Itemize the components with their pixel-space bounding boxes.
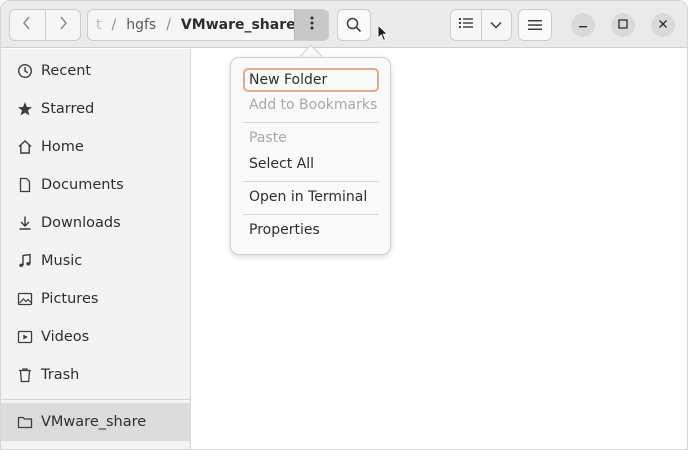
menu-separator [243, 181, 379, 182]
menu-separator [243, 214, 379, 215]
chevron-down-icon [490, 17, 503, 33]
navigation-buttons [9, 9, 81, 41]
sidebar-item-label: Pictures [41, 291, 99, 307]
document-icon [17, 177, 33, 193]
star-icon [17, 101, 33, 117]
view-toggle-group [450, 9, 512, 41]
mouse-pointer-icon [377, 23, 389, 46]
menu-item-add-to-bookmarks[interactable]: Add to Bookmarks [243, 93, 379, 117]
path-segment-current[interactable]: VMware_share [181, 17, 296, 33]
close-icon [658, 17, 668, 33]
sidebar-item-pictures[interactable]: Pictures [1, 280, 191, 318]
minimize-icon [578, 17, 588, 33]
context-menu-popover: New Folder Add to Bookmarks Paste Select… [230, 57, 391, 255]
sidebar-item-documents[interactable]: Documents [1, 166, 191, 204]
minimize-button[interactable] [571, 13, 595, 37]
sidebar-item-label: Videos [41, 329, 90, 345]
sidebar: Recent Starred Home Documents Downloads [1, 49, 191, 449]
hamburger-icon [528, 19, 542, 31]
path-menu-button[interactable] [294, 10, 328, 40]
download-icon [17, 215, 33, 231]
clock-icon [17, 63, 33, 79]
maximize-button[interactable] [611, 13, 635, 37]
view-options-button[interactable] [480, 10, 511, 40]
search-button[interactable] [337, 9, 371, 41]
sidebar-item-starred[interactable]: Starred [1, 90, 191, 128]
sidebar-item-label: Music [41, 253, 83, 269]
sidebar-item-label: Documents [41, 177, 124, 193]
forward-button[interactable] [44, 10, 80, 40]
menu-item-open-in-terminal[interactable]: Open in Terminal [243, 185, 379, 209]
sidebar-item-label: Downloads [41, 215, 121, 231]
kebab-menu-icon [310, 16, 314, 34]
search-icon [346, 17, 362, 33]
picture-icon [17, 291, 33, 307]
sidebar-item-label: Starred [41, 101, 95, 117]
music-icon [17, 253, 33, 269]
sidebar-item-label: Home [41, 139, 84, 155]
home-icon [17, 139, 33, 155]
sidebar-item-downloads[interactable]: Downloads [1, 204, 191, 242]
sidebar-item-home[interactable]: Home [1, 128, 191, 166]
sidebar-item-trash[interactable]: Trash [1, 356, 191, 394]
path-separator: / [166, 17, 171, 33]
menu-item-paste[interactable]: Paste [243, 126, 379, 150]
menu-item-properties[interactable]: Properties [243, 218, 379, 242]
list-view-icon [458, 17, 473, 33]
sidebar-item-label: Recent [41, 63, 92, 79]
sidebar-divider [1, 399, 191, 400]
sidebar-item-recent[interactable]: Recent [1, 52, 191, 90]
path-segment-hgfs[interactable]: hgfs [126, 17, 156, 33]
header-bar: t / hgfs / VMware_share [1, 1, 687, 48]
sidebar-item-label: Trash [41, 367, 80, 383]
menu-item-select-all[interactable]: Select All [243, 152, 379, 176]
menu-item-new-folder[interactable]: New Folder [243, 68, 379, 92]
list-view-button[interactable] [451, 10, 481, 40]
sidebar-item-videos[interactable]: Videos [1, 318, 191, 356]
maximize-icon [618, 17, 628, 33]
video-icon [17, 329, 33, 345]
folder-icon [17, 414, 33, 430]
close-button[interactable] [651, 13, 675, 37]
sidebar-item-vmware-share[interactable]: VMware_share [1, 403, 191, 441]
sidebar-item-music[interactable]: Music [1, 242, 191, 280]
back-button[interactable] [10, 10, 45, 40]
trash-icon [17, 367, 33, 383]
path-overflow-segment[interactable]: t [88, 17, 102, 33]
chevron-left-icon [22, 16, 32, 34]
sidebar-item-label: VMware_share [41, 414, 147, 430]
main-menu-button[interactable] [518, 9, 552, 41]
path-bar: t / hgfs / VMware_share [87, 9, 329, 41]
menu-separator [243, 122, 379, 123]
chevron-right-icon [58, 16, 68, 34]
path-separator: / [111, 17, 117, 33]
